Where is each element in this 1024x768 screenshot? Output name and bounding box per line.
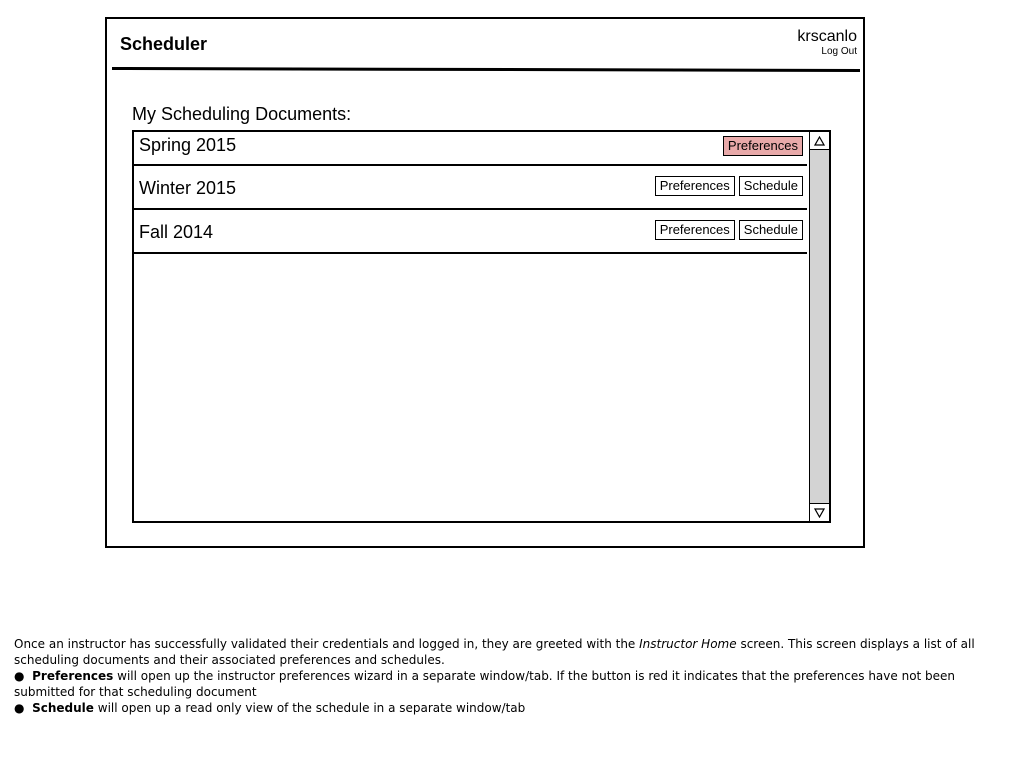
caption-term: Preferences [32,669,114,683]
document-rows: Spring 2015 Preferences Winter 2015 Pref… [134,132,807,254]
scroll-down-button[interactable] [810,503,829,521]
user-block: krscanlo Log Out [797,28,857,58]
list-item: Fall 2014 Preferences Schedule [134,210,807,254]
caption-term: Schedule [32,701,94,715]
document-name: Winter 2015 [139,178,237,198]
list-item: Spring 2015 Preferences [134,132,807,166]
caption-bullet-text: will open up the instructor preferences … [14,669,956,699]
schedule-button[interactable]: Schedule [738,176,803,196]
document-actions: Preferences Schedule [654,176,803,196]
app-window: Scheduler krscanlo Log Out My Scheduling… [105,17,865,548]
triangle-up-icon [814,135,825,146]
preferences-button[interactable]: Preferences [722,136,803,156]
scroll-up-button[interactable] [810,132,829,150]
username: krscanlo [797,28,857,45]
document-name: Spring 2015 [139,135,237,155]
document-actions: Preferences [722,136,803,156]
caption-bullet-text: will open up a read only view of the sch… [93,701,526,715]
caption-intro-text: Once an instructor has successfully vali… [14,637,640,651]
app-title: Scheduler [120,34,208,54]
preferences-button[interactable]: Preferences [654,220,735,240]
document-actions: Preferences Schedule [654,220,803,240]
caption-bullet-schedule: ● Schedule will open up a read only view… [14,701,526,715]
schedule-button[interactable]: Schedule [738,220,803,240]
document-list: Spring 2015 Preferences Winter 2015 Pref… [132,130,831,523]
section-label: My Scheduling Documents: [132,104,352,124]
caption-intro: Once an instructor has successfully vali… [14,636,994,668]
caption-screen-name: Instructor Home [639,637,737,651]
vertical-scrollbar[interactable] [809,132,829,521]
triangle-down-icon [814,507,825,518]
caption-bullet-preferences: ● Preferences will open up the instructo… [14,669,956,699]
list-item: Winter 2015 Preferences Schedule [134,166,807,210]
header-divider [111,67,861,72]
description-caption: Once an instructor has successfully vali… [14,636,994,716]
document-name: Fall 2014 [139,222,214,242]
logout-link[interactable]: Log Out [797,46,857,58]
preferences-button[interactable]: Preferences [654,176,735,196]
